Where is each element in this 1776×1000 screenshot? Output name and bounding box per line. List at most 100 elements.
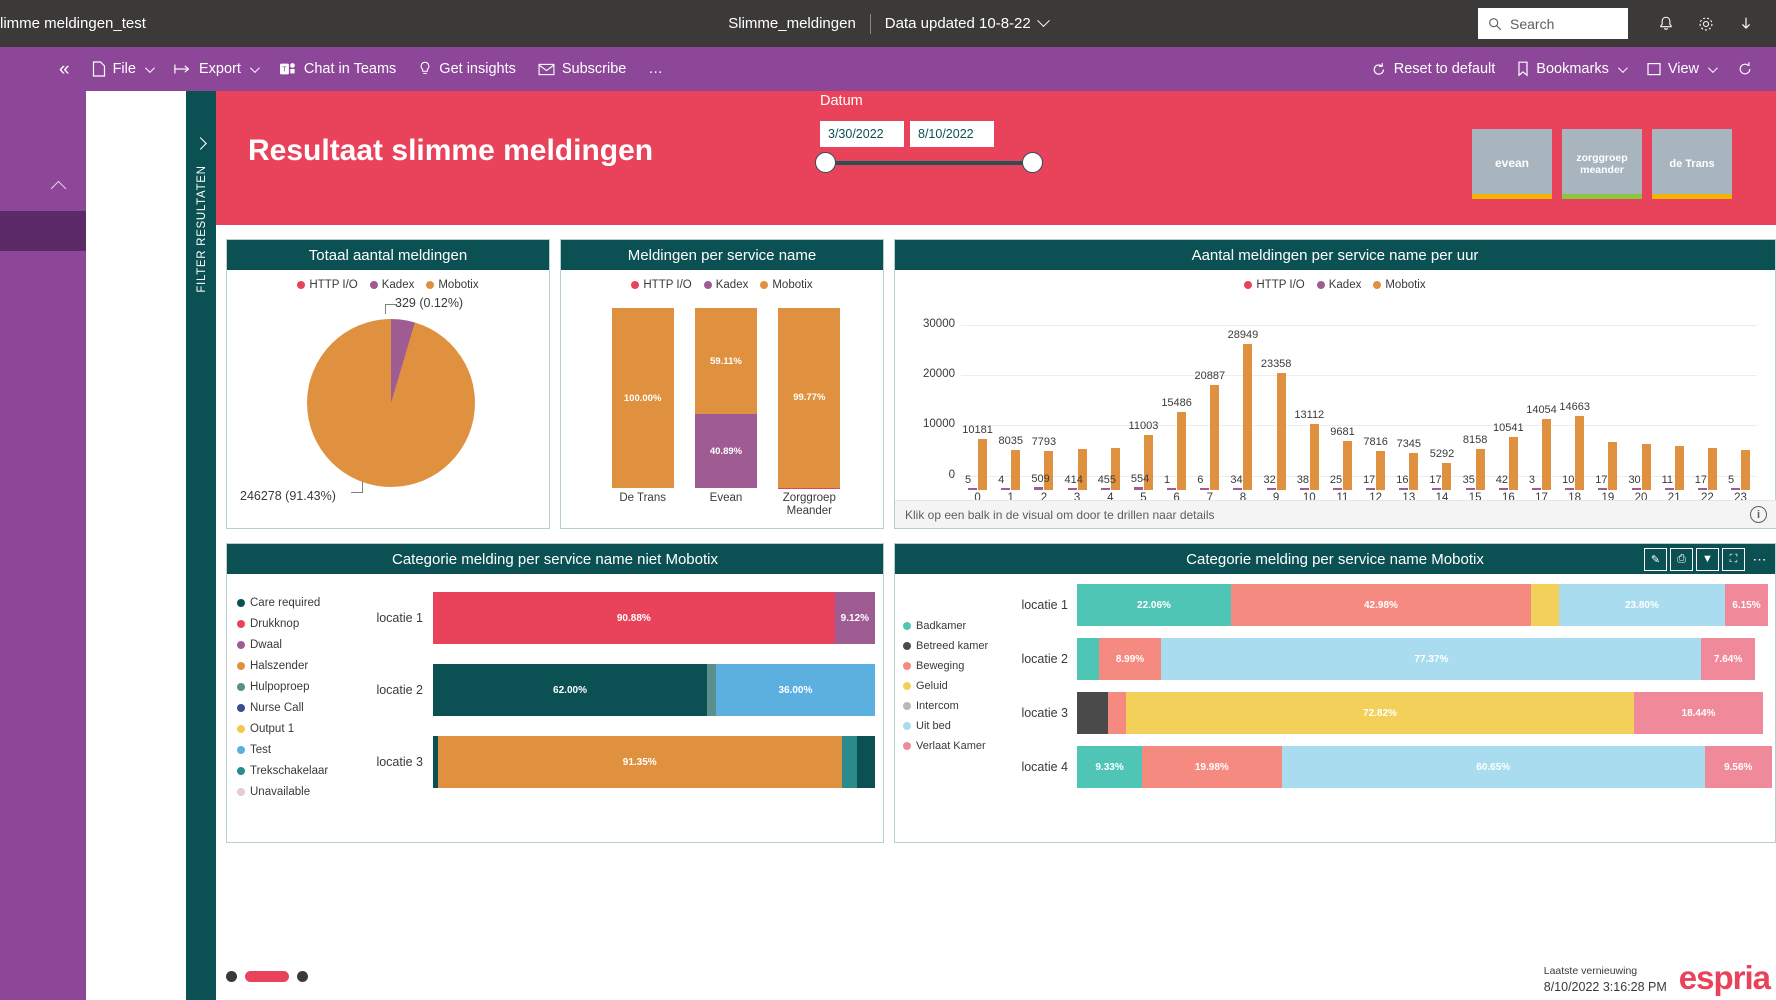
filter-pane-collapsed[interactable]: FILTER RESULTATEN: [186, 91, 216, 1000]
bar-mobotix[interactable]: [1276, 372, 1286, 490]
bar-segment-care-required[interactable]: 62.00%: [433, 664, 708, 716]
date-slicer[interactable]: Datum 3/30/2022 8/10/2022: [815, 91, 1080, 173]
hour-group-18[interactable]: 10 14663: [1558, 314, 1591, 490]
legend-item-mobotix[interactable]: Mobotix: [760, 279, 813, 291]
sidebar-item-5[interactable]: eldingen: [0, 429, 86, 469]
more-icon[interactable]: ⋯: [1748, 548, 1771, 571]
bar-kadex[interactable]: [1731, 488, 1741, 490]
legend-item-mobotix[interactable]: Mobotix: [1373, 279, 1426, 291]
legend-item-kadex[interactable]: Kadex: [703, 279, 748, 291]
visual-meldingen-per-service[interactable]: Meldingen per service name HTTP I/O Kade…: [560, 239, 884, 529]
hour-group-10[interactable]: 38 13112: [1293, 314, 1326, 490]
legend-item-care-required[interactable]: Care required: [237, 592, 372, 613]
page-dot-3[interactable]: [297, 971, 308, 982]
bar-segment-verlaat-kamer[interactable]: 6.15%: [1724, 584, 1768, 626]
bar-mobotix[interactable]: [1177, 412, 1187, 490]
legend-item-kadex[interactable]: Kadex: [369, 279, 414, 291]
bar-segment-badkamer[interactable]: [1077, 638, 1099, 680]
hour-group-17[interactable]: 3 14054: [1525, 314, 1558, 490]
bar-segment-badkamer[interactable]: 22.06%: [1077, 584, 1231, 626]
bar-mobotix[interactable]: [1707, 448, 1717, 490]
hour-group-11[interactable]: 25 9681: [1326, 314, 1359, 490]
legend-item-http-io[interactable]: HTTP I/O: [297, 279, 358, 291]
bar-row-locatie-4[interactable]: locatie 4 9.33% 19.98% 60.65% 9.56%: [1015, 746, 1775, 788]
filter-icon[interactable]: ▼: [1696, 547, 1719, 571]
visual-categorie-mobotix[interactable]: Categorie melding per service name Mobot…: [894, 543, 1776, 843]
hour-group-3[interactable]: 414: [1061, 314, 1094, 490]
bar-kadex[interactable]: [1399, 488, 1409, 490]
bar-mobotix[interactable]: [1641, 444, 1651, 490]
bar-mobotix[interactable]: [1575, 416, 1585, 490]
bar-kadex[interactable]: [1133, 487, 1143, 490]
visual-meldingen-per-uur[interactable]: Aantal meldingen per service name per uu…: [894, 239, 1776, 529]
hour-group-1[interactable]: 4 8035: [994, 314, 1027, 490]
get-insights-button[interactable]: Get insights: [407, 47, 527, 91]
sidebar-item-2[interactable]: mer – flow: [0, 291, 86, 331]
bar-kadex[interactable]: [1266, 488, 1276, 490]
legend-item-badkamer[interactable]: Badkamer: [903, 616, 1013, 636]
legend-item-nurse-call[interactable]: Nurse Call: [237, 697, 372, 718]
more-options-button[interactable]: …: [637, 47, 676, 91]
bar-mobotix[interactable]: [978, 438, 988, 490]
bar-kadex[interactable]: [1664, 488, 1674, 490]
chat-in-teams-button[interactable]: T Chat in Teams: [268, 47, 407, 91]
hour-group-22[interactable]: 17: [1691, 314, 1724, 490]
legend-item-http-io[interactable]: HTTP I/O: [1244, 279, 1305, 291]
export-menu-button[interactable]: Export: [163, 47, 268, 91]
hour-group-2[interactable]: 509 7793: [1027, 314, 1060, 490]
visual-categorie-niet-mobotix[interactable]: Categorie melding per service name niet …: [226, 543, 884, 843]
bar-kadex[interactable]: [1465, 488, 1475, 490]
refresh-button[interactable]: [1726, 47, 1764, 91]
bar-kadex[interactable]: [1067, 487, 1077, 490]
slider-handle-start[interactable]: [815, 152, 836, 173]
bar-segment-trekschakelaar[interactable]: [841, 736, 857, 788]
file-menu-button[interactable]: File: [81, 47, 163, 91]
bar-kadex[interactable]: [1432, 488, 1442, 490]
bar-kadex[interactable]: [1299, 488, 1309, 490]
hour-group-9[interactable]: 32 23358: [1260, 314, 1293, 490]
bar-row-locatie-3[interactable]: locatie 3 72.82% 18.44%: [1015, 692, 1775, 734]
column-zorggroep-meander[interactable]: 99.77%: [778, 308, 841, 488]
search-input[interactable]: Search: [1478, 8, 1628, 39]
bar-segment-beweging[interactable]: 42.98%: [1230, 584, 1531, 626]
column-de-trans[interactable]: 100.00%: [611, 308, 674, 488]
bar-segment-drukknop[interactable]: 90.88%: [433, 592, 835, 644]
column-evean[interactable]: 59.11% 40.89%: [694, 308, 757, 488]
bar-mobotix[interactable]: [1342, 441, 1352, 490]
bar-mobotix[interactable]: [1508, 437, 1518, 490]
bar-mobotix[interactable]: [1442, 463, 1452, 490]
bar-mobotix[interactable]: [1542, 419, 1551, 490]
bar-mobotix[interactable]: [1309, 424, 1319, 490]
bar-row-locatie-2[interactable]: locatie 2 8.99% 77.37% 7.64%: [1015, 638, 1775, 680]
legend-item-mobotix[interactable]: Mobotix: [426, 279, 479, 291]
bar-kadex[interactable]: [1498, 488, 1508, 490]
bar-segment-geluid[interactable]: 72.82%: [1125, 692, 1635, 734]
bar-kadex[interactable]: [1532, 488, 1541, 490]
bar-row-locatie-2[interactable]: locatie 2 62.00% 36.00%: [375, 664, 875, 716]
reset-to-default-button[interactable]: Reset to default: [1360, 47, 1507, 91]
expand-icon[interactable]: ⛶: [1722, 547, 1745, 571]
hour-group-23[interactable]: 5: [1724, 314, 1757, 490]
bar-segment-betreed-kamer[interactable]: [1077, 692, 1108, 734]
bar-kadex[interactable]: [1697, 488, 1707, 490]
sidebar-item-0[interactable]: [0, 211, 86, 251]
legend-item-halszender[interactable]: Halszender: [237, 655, 372, 676]
bar-mobotix[interactable]: [1674, 446, 1684, 490]
date-start-input[interactable]: 3/30/2022: [820, 121, 904, 147]
hour-group-4[interactable]: 455: [1094, 314, 1127, 490]
legend-item-kadex[interactable]: Kadex: [1316, 279, 1361, 291]
focus-icon[interactable]: ✎: [1644, 547, 1667, 571]
bar-segment-halszender[interactable]: 91.35%: [437, 736, 842, 788]
hour-group-0[interactable]: 5 10181: [961, 314, 994, 490]
legend-item-verlaat-kamer[interactable]: Verlaat Kamer: [903, 736, 1013, 756]
legend-item-geluid[interactable]: Geluid: [903, 676, 1013, 696]
bar-kadex[interactable]: [1233, 488, 1243, 490]
date-end-input[interactable]: 8/10/2022: [910, 121, 994, 147]
bookmarks-menu-button[interactable]: Bookmarks: [1506, 47, 1636, 91]
hour-group-13[interactable]: 16 7345: [1392, 314, 1425, 490]
info-icon[interactable]: i: [1750, 506, 1767, 523]
hour-group-5[interactable]: 554 11003: [1127, 314, 1160, 490]
bar-kadex[interactable]: [1100, 487, 1110, 490]
hour-group-15[interactable]: 35 8158: [1459, 314, 1492, 490]
bar-mobotix[interactable]: [1608, 442, 1618, 490]
